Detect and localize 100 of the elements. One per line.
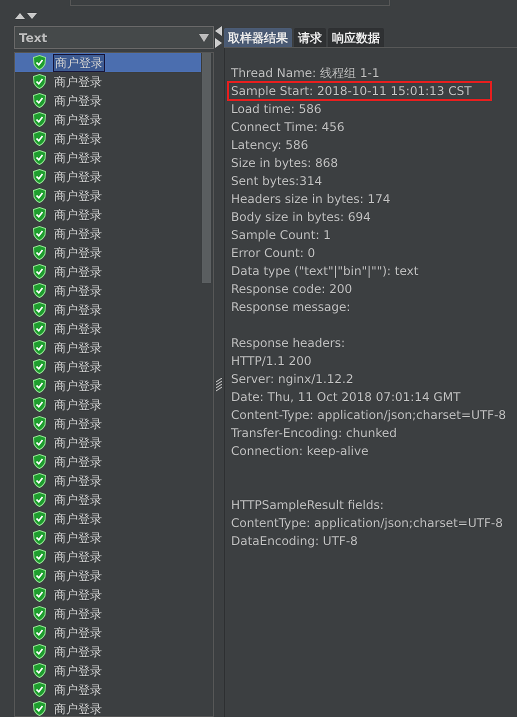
result-line: Thread Name: 线程组 1-1	[231, 65, 380, 81]
item-label: 商户登录	[53, 434, 103, 450]
item-label: 商户登录	[53, 112, 103, 128]
item-label: 商户登录	[53, 396, 103, 412]
result-line: Headers size in bytes: 174	[231, 191, 390, 207]
shield-check-icon	[33, 169, 46, 184]
result-item[interactable]: 商户登录	[15, 376, 201, 395]
item-label: 商户登录	[53, 54, 105, 72]
filter-combo[interactable]: Text	[14, 26, 214, 49]
shield-check-icon	[33, 625, 46, 640]
result-item[interactable]: 商户登录	[15, 281, 201, 300]
shield-check-icon	[33, 549, 46, 564]
result-line: Size in bytes: 868	[231, 155, 338, 171]
item-label: 商户登录	[53, 662, 103, 678]
tab[interactable]: 响应数据	[328, 28, 384, 47]
shield-check-icon	[33, 112, 46, 127]
item-label: 商户登录	[53, 586, 103, 602]
shield-check-icon	[33, 93, 46, 108]
tab[interactable]: 请求	[294, 28, 326, 47]
result-item[interactable]: 商户登录	[15, 566, 201, 585]
result-item[interactable]: 商户登录	[15, 414, 201, 433]
result-line: Data type ("text"|"bin"|""): text	[231, 263, 418, 279]
shield-check-icon	[33, 606, 46, 621]
result-item[interactable]: 商户登录	[15, 148, 201, 167]
shield-check-icon	[33, 568, 46, 583]
item-label: 商户登录	[53, 548, 103, 564]
shield-check-icon	[33, 245, 46, 260]
right-arrow-icon[interactable]	[215, 38, 222, 48]
result-item[interactable]: 商户登录	[15, 129, 201, 148]
grip-icon[interactable]	[216, 378, 222, 392]
shield-check-icon	[33, 492, 46, 507]
shield-check-icon	[33, 682, 46, 697]
shield-check-icon	[33, 55, 46, 70]
shield-check-icon	[33, 150, 46, 165]
result-line: HTTP/1.1 200	[231, 353, 312, 369]
item-label: 商户登录	[53, 530, 103, 546]
result-item[interactable]: 商户登录	[15, 699, 201, 716]
shield-check-icon	[33, 359, 46, 374]
item-label: 商户登录	[53, 168, 103, 184]
result-item[interactable]: 商户登录	[15, 395, 201, 414]
result-item[interactable]: 商户登录	[15, 300, 201, 319]
shield-check-icon	[33, 530, 46, 545]
result-item[interactable]: 商户登录	[15, 224, 201, 243]
shield-check-icon	[33, 454, 46, 469]
item-label: 商户登录	[53, 624, 103, 640]
item-label: 商户登录	[53, 472, 103, 488]
result-item[interactable]: 商户登录	[15, 471, 201, 490]
dropdown-arrow-icon[interactable]	[199, 34, 209, 42]
scrollbar-thumb[interactable]	[202, 53, 211, 283]
result-line: Transfer-Encoding: chunked	[231, 425, 397, 441]
shield-check-icon	[33, 264, 46, 279]
result-item[interactable]: 商户登录	[15, 262, 201, 281]
shield-check-icon	[33, 435, 46, 450]
result-item[interactable]: 商户登录	[15, 661, 201, 680]
result-item[interactable]: 商户登录	[15, 338, 201, 357]
shield-check-icon	[33, 416, 46, 431]
result-item[interactable]: 商户登录	[15, 357, 201, 376]
shield-check-icon	[33, 378, 46, 393]
result-item[interactable]: 商户登录	[15, 110, 201, 129]
result-item[interactable]: 商户登录	[15, 186, 201, 205]
result-item[interactable]: 商户登录	[15, 452, 201, 471]
item-label: 商户登录	[53, 206, 103, 222]
result-line: Connection: keep-alive	[231, 443, 368, 459]
result-item[interactable]: 商户登录	[15, 205, 201, 224]
result-item[interactable]: 商户登录	[15, 585, 201, 604]
shield-check-icon	[33, 283, 46, 298]
item-label: 商户登录	[53, 74, 103, 90]
result-item[interactable]: 商户登录	[15, 72, 201, 91]
result-item[interactable]: 商户登录	[15, 167, 201, 186]
item-label: 商户登录	[53, 568, 103, 584]
result-item[interactable]: 商户登录	[15, 319, 201, 338]
result-line: Load time: 586	[231, 101, 322, 117]
item-label: 商户登录	[53, 340, 103, 356]
result-line: HTTPSampleResult fields:	[231, 497, 384, 513]
result-item[interactable]: 商户登录	[15, 243, 201, 262]
result-line: Body size in bytes: 694	[231, 209, 371, 225]
result-item[interactable]: 商户登录	[15, 91, 201, 110]
shield-check-icon	[33, 321, 46, 336]
item-label: 商户登录	[53, 130, 103, 146]
result-item[interactable]: 商户登录	[15, 490, 201, 509]
collapse-expand-icon[interactable]	[15, 12, 39, 20]
result-item[interactable]: 商户登录	[15, 509, 201, 528]
result-item[interactable]: 商户登录	[15, 623, 201, 642]
item-label: 商户登录	[53, 226, 103, 242]
result-item[interactable]: 商户登录	[15, 547, 201, 566]
shield-check-icon	[33, 340, 46, 355]
result-item[interactable]: 商户登录	[15, 680, 201, 699]
shield-check-icon	[33, 511, 46, 526]
result-item[interactable]: 商户登录	[15, 642, 201, 661]
result-line: Connect Time: 456	[231, 119, 345, 135]
left-arrow-icon[interactable]	[215, 26, 222, 36]
tab[interactable]: 取样器结果	[224, 28, 292, 47]
result-item[interactable]: 商户登录	[15, 604, 201, 623]
result-item[interactable]: 商户登录	[15, 528, 201, 547]
item-label: 商户登录	[53, 492, 103, 508]
shield-check-icon	[33, 131, 46, 146]
result-item[interactable]: 商户登录	[15, 433, 201, 452]
item-label: 商户登录	[53, 150, 103, 166]
item-label: 商户登录	[53, 92, 103, 108]
result-item[interactable]: 商户登录	[15, 53, 201, 72]
